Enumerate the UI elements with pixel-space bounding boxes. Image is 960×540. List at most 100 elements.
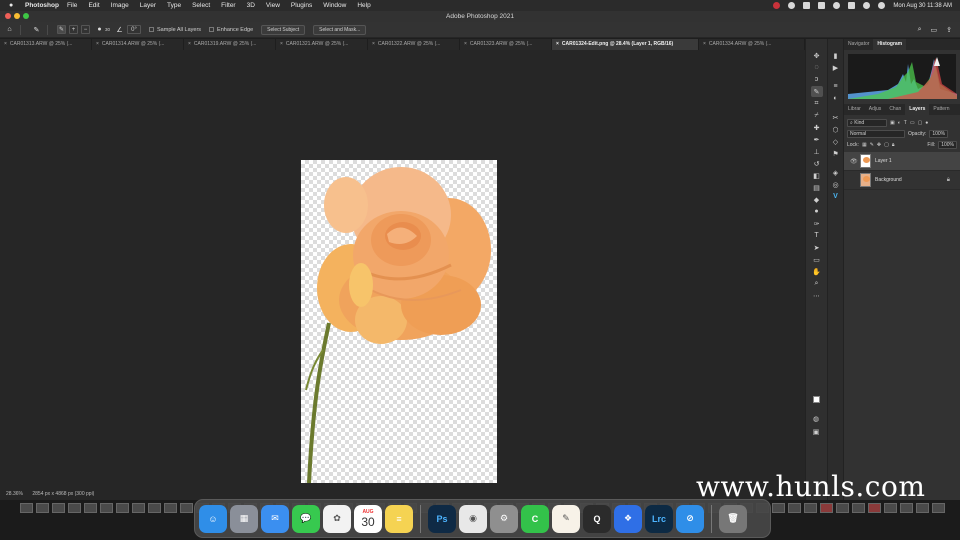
battery-icon[interactable] [848,2,856,9]
quick-selection-tool-icon[interactable]: ✎ [32,25,41,34]
lock-artboard-icon[interactable]: ▢ [884,142,889,148]
brush-settings-icon[interactable]: ✂ [830,112,842,123]
brush-tool-icon[interactable]: ✒ [811,134,823,145]
lightroom-classic-icon[interactable]: Lrc [645,504,673,533]
home-icon[interactable]: ⌂ [5,25,14,34]
rectangle-tool-icon[interactable]: ▭ [811,254,823,265]
menu-file[interactable]: File [67,2,77,9]
type-tool-icon[interactable]: T [811,230,823,241]
share-icon[interactable]: ⇪ [946,26,952,34]
safari-icon[interactable]: ⊘ [676,504,704,533]
comments-icon[interactable]: ⚑ [830,148,842,159]
close-tab-icon[interactable]: × [372,41,375,47]
close-tab-icon[interactable]: × [280,41,283,47]
close-window-button[interactable] [5,13,11,19]
chrome-icon[interactable]: ◉ [459,504,487,533]
creative-cloud-icon[interactable] [788,2,796,9]
close-tab-icon[interactable]: × [4,41,7,47]
tab-histogram[interactable]: Histogram [873,39,907,50]
menu-select[interactable]: Select [192,2,210,9]
lock-transparent-icon[interactable]: ▦ [862,142,867,148]
eye-icon[interactable]: 👁︎ [850,158,858,165]
lasso-tool-icon[interactable]: ↄ [811,74,823,85]
menu-type[interactable]: Type [167,2,181,9]
opacity-input[interactable]: 100% [929,129,949,138]
workspace-icon[interactable]: ▭ [931,26,938,34]
pages-icon[interactable]: ✎ [552,504,580,533]
menubar-datetime[interactable]: Mon Aug 30 11:38 AM [893,3,952,9]
select-and-mask-button[interactable]: Select and Mask... [313,24,367,35]
hand-tool-icon[interactable]: ✋ [811,266,823,277]
dropbox-status-icon[interactable] [803,2,811,9]
photoshop-icon[interactable]: Ps [428,504,456,533]
brush-angle-value[interactable]: 0° [127,25,142,34]
subtract-from-selection-icon[interactable]: − [81,25,90,34]
timeline-icon[interactable]: ◎ [830,179,842,190]
history-brush-icon[interactable]: ↺ [811,158,823,169]
tab-car01321[interactable]: × CAR01321.ARW @ 25% (... [276,39,368,50]
enhance-edge-label[interactable]: Enhance Edge [217,27,253,33]
move-tool-icon[interactable]: ✥ [811,50,823,61]
quicktime-icon[interactable]: Q [583,504,611,533]
menu-view[interactable]: View [266,2,280,9]
wifi-icon[interactable] [833,2,841,9]
fill-input[interactable]: 100% [938,140,957,149]
pen-tool-icon[interactable]: ✑ [811,218,823,229]
app-menu[interactable]: Photoshop [25,2,59,9]
path-selection-icon[interactable]: ➤ [811,242,823,253]
filter-type-icon[interactable]: T [904,120,907,126]
search-icon[interactable] [863,2,871,9]
record-icon[interactable] [773,2,781,9]
brush-angle-icon[interactable]: ∠ [115,25,124,34]
healing-brush-icon[interactable]: ✚ [811,122,823,133]
menu-help[interactable]: Help [357,2,370,9]
layer-kind-filter[interactable]: ⌕ Kind [847,118,887,127]
new-selection-icon[interactable]: ✎ [57,25,66,34]
menu-window[interactable]: Window [323,2,346,9]
lock-image-icon[interactable]: ✎ [870,142,874,148]
tab-car01314[interactable]: × CAR01314.ARW @ 25% (... [92,39,184,50]
calendar-icon[interactable]: AUG 30 [354,504,382,533]
tab-channels[interactable]: Chan [885,104,905,115]
screen-icon[interactable] [818,2,826,9]
minimize-window-button[interactable] [14,13,20,19]
menu-edit[interactable]: Edit [88,2,99,9]
plugins-icon[interactable]: ◈ [830,167,842,178]
tab-car01313[interactable]: × CAR01313.ARW @ 25% (... [0,39,92,50]
tab-patterns[interactable]: Pattern [929,104,953,115]
histogram-panel-icon[interactable]: ▮ [830,50,842,61]
eraser-tool-icon[interactable]: ◧ [811,170,823,181]
lock-position-icon[interactable]: ✥ [877,142,881,148]
sample-all-layers-checkbox[interactable] [149,27,155,32]
close-tab-icon[interactable]: × [188,41,191,47]
tab-car01324-edit[interactable]: × CAR01324-Edit.png @ 28.4% (Layer 1, RGB… [552,39,699,50]
tab-adjustments[interactable]: Adjus [865,104,886,115]
menu-3d[interactable]: 3D [247,2,255,9]
tab-car01322[interactable]: × CAR01322.ARW @ 25% (... [368,39,460,50]
filter-smart-icon[interactable]: ▢ [918,120,923,126]
tab-car01319[interactable]: × CAR01319.ARW @ 25% (... [184,39,276,50]
launchpad-icon[interactable]: ▦ [230,504,258,533]
tab-car01323[interactable]: × CAR01323.ARW @ 25% (... [460,39,552,50]
notes-icon[interactable]: ≡ [385,504,413,533]
marquee-tool-icon[interactable]: ◌ [811,62,823,73]
verify-plugin-icon[interactable]: V [830,191,842,202]
close-tab-icon[interactable]: × [703,41,706,47]
layer-row-background[interactable]: Background 🔒︎ [844,171,960,190]
screen-mode-icon[interactable]: ▣ [810,426,822,437]
select-subject-button[interactable]: Select Subject [261,24,306,35]
photos-icon[interactable]: ✿ [323,504,351,533]
filter-toggle-icon[interactable]: ● [925,120,928,126]
sample-all-layers-label[interactable]: Sample All Layers [157,27,201,33]
tab-car01334[interactable]: × CAR01334.ARW @ 25% (... [699,39,805,50]
clone-stamp-icon[interactable]: ⊥ [811,146,823,157]
tab-libraries[interactable]: Librar [844,104,865,115]
close-tab-icon[interactable]: × [464,41,467,47]
close-tab-icon[interactable]: × [96,41,99,47]
filter-adjustment-icon[interactable]: ◐ [898,120,901,126]
layer-name[interactable]: Layer 1 [875,158,892,164]
trash-icon[interactable]: 🗑 [719,504,747,533]
3d-icon[interactable]: ⬡ [830,124,842,135]
search-icon[interactable]: ⌕ [918,26,922,34]
close-tab-icon[interactable]: × [556,41,559,47]
